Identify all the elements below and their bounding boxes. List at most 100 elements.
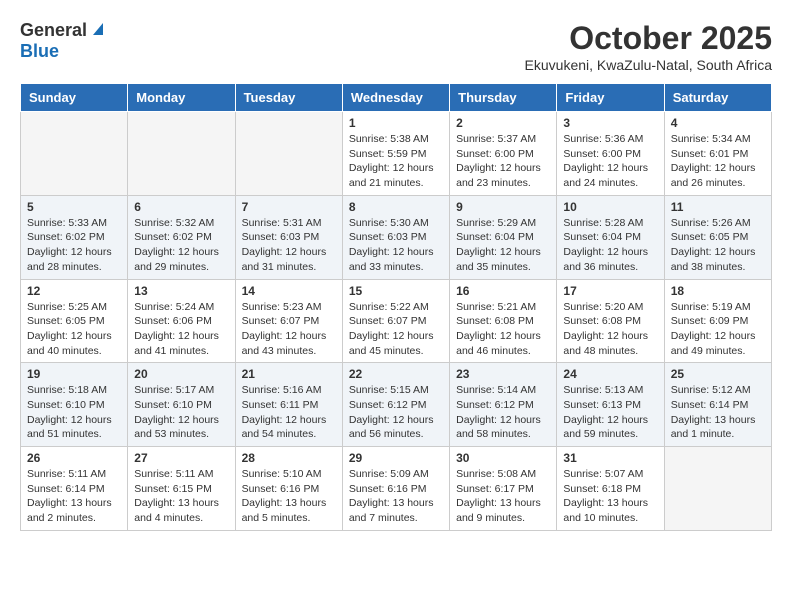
- header-thursday: Thursday: [450, 84, 557, 112]
- day-info: Sunrise: 5:38 AMSunset: 5:59 PMDaylight:…: [349, 132, 443, 191]
- calendar-day: 26Sunrise: 5:11 AMSunset: 6:14 PMDayligh…: [21, 447, 128, 531]
- day-number: 28: [242, 451, 336, 465]
- day-info: Sunrise: 5:28 AM Sunset: 6:04 PM Daylight:…: [563, 216, 657, 275]
- sunrise-text: Sunrise: 5:34 AM: [671, 133, 751, 145]
- daylight-text: Daylight: 12 hours and 21 minutes.: [349, 162, 434, 189]
- day-info: Sunrise: 5:16 AMSunset: 6:11 PMDaylight:…: [242, 383, 336, 442]
- day-number: 21: [242, 367, 336, 381]
- day-info: Sunrise: 5:20 AMSunset: 6:08 PMDaylight:…: [563, 300, 657, 359]
- sunset-text: Sunset: 6:14 PM: [27, 483, 105, 495]
- day-number: 27: [134, 451, 228, 465]
- day-number: 31: [563, 451, 657, 465]
- sunset-text: Sunset: 6:04 PM: [456, 231, 534, 243]
- calendar-day: 28Sunrise: 5:10 AMSunset: 6:16 PMDayligh…: [235, 447, 342, 531]
- sunrise-text: Sunrise: 5:28 AM: [563, 217, 643, 229]
- sunset-text: Sunset: 6:10 PM: [27, 399, 105, 411]
- sunset-text: Sunset: 6:02 PM: [27, 231, 105, 243]
- sunset-text: Sunset: 6:14 PM: [671, 399, 749, 411]
- day-number: 6: [134, 200, 228, 214]
- calendar-day: 7Sunrise: 5:31 AMSunset: 6:03 PMDaylight…: [235, 195, 342, 279]
- day-info: Sunrise: 5:13 AMSunset: 6:13 PMDaylight:…: [563, 383, 657, 442]
- day-number: 9: [456, 200, 550, 214]
- daylight-text: Daylight: 13 hours and 5 minutes.: [242, 497, 327, 524]
- sunrise-text: Sunrise: 5:21 AM: [456, 301, 536, 313]
- daylight-text: Daylight: 12 hours and 51 minutes.: [27, 414, 112, 441]
- day-number: 16: [456, 284, 550, 298]
- sunset-text: Sunset: 5:59 PM: [349, 148, 427, 160]
- day-number: 8: [349, 200, 443, 214]
- calendar-day: 11Sunrise: 5:26 AMSunset: 6:05 PMDayligh…: [664, 195, 771, 279]
- calendar-week-row: 1Sunrise: 5:38 AMSunset: 5:59 PMDaylight…: [21, 112, 772, 196]
- sunrise-text: Sunrise: 5:07 AM: [563, 468, 643, 480]
- sunrise-text: Sunrise: 5:22 AM: [349, 301, 429, 313]
- day-number: 3: [563, 116, 657, 130]
- calendar-week-row: 5 Sunrise: 5:33 AMSunset: 6:02 PMDaylight…: [21, 195, 772, 279]
- calendar-day: [235, 112, 342, 196]
- logo-icon: [89, 19, 107, 37]
- daylight-text: Daylight: 13 hours and 7 minutes.: [349, 497, 434, 524]
- day-number: 5: [27, 200, 121, 214]
- day-number: 10: [563, 200, 657, 214]
- sunset-text: Sunset: 6:11 PM: [242, 399, 319, 411]
- daylight-text: Daylight: 12 hours and 46 minutes.: [456, 330, 541, 357]
- calendar-day: 22Sunrise: 5:15 AMSunset: 6:12 PMDayligh…: [342, 363, 449, 447]
- day-number: 2: [456, 116, 550, 130]
- calendar-day: 21Sunrise: 5:16 AMSunset: 6:11 PMDayligh…: [235, 363, 342, 447]
- sunset-text: Sunset: 6:04 PM: [563, 231, 641, 243]
- sunset-text: Sunset: 6:03 PM: [349, 231, 427, 243]
- day-info: Sunrise: 5:11 AMSunset: 6:15 PMDaylight:…: [134, 467, 228, 526]
- calendar-day: 2 Sunrise: 5:37 AMSunset: 6:00 PMDaylight…: [450, 112, 557, 196]
- title-area: October 2025 Ekuvukeni, KwaZulu-Natal, S…: [525, 20, 772, 73]
- calendar-day: [664, 447, 771, 531]
- sunrise-text: Sunrise: 5:10 AM: [242, 468, 322, 480]
- daylight-text: Daylight: 12 hours and 58 minutes.: [456, 414, 541, 441]
- sunset-text: Sunset: 6:12 PM: [456, 399, 534, 411]
- daylight-text: Daylight: 12 hours and 43 minutes.: [242, 330, 327, 357]
- sunset-text: Sunset: 6:10 PM: [134, 399, 212, 411]
- calendar-day: 12Sunrise: 5:25 AMSunset: 6:05 PMDayligh…: [21, 279, 128, 363]
- day-info: Sunrise: 5:34 AMSunset: 6:01 PMDaylight:…: [671, 132, 765, 191]
- sunrise-text: Sunrise: 5:12 AM: [671, 384, 751, 396]
- sunrise-text: Sunrise: 5:19 AM: [671, 301, 751, 313]
- sunset-text: Sunset: 6:03 PM: [242, 231, 320, 243]
- calendar-day: 1Sunrise: 5:38 AMSunset: 5:59 PMDaylight…: [342, 112, 449, 196]
- calendar-header-row: SundayMondayTuesdayWednesdayThursdayFrid…: [21, 84, 772, 112]
- calendar-day: 17Sunrise: 5:20 AMSunset: 6:08 PMDayligh…: [557, 279, 664, 363]
- day-info: Sunrise: 5:12 AM Sunset: 6:14 PM Daylight:…: [671, 383, 765, 442]
- calendar-day: 13Sunrise: 5:24 AMSunset: 6:06 PMDayligh…: [128, 279, 235, 363]
- sunset-text: Sunset: 6:15 PM: [134, 483, 212, 495]
- sunset-text: Sunset: 6:02 PM: [134, 231, 212, 243]
- header-saturday: Saturday: [664, 84, 771, 112]
- calendar-day: 14Sunrise: 5:23 AMSunset: 6:07 PMDayligh…: [235, 279, 342, 363]
- calendar-day: [128, 112, 235, 196]
- sunrise-text: Sunrise: 5:16 AM: [242, 384, 322, 396]
- calendar-day: 15Sunrise: 5:22 AMSunset: 6:07 PMDayligh…: [342, 279, 449, 363]
- sunset-text: Sunset: 6:16 PM: [349, 483, 427, 495]
- calendar-day: 29Sunrise: 5:09 AMSunset: 6:16 PMDayligh…: [342, 447, 449, 531]
- day-number: 13: [134, 284, 228, 298]
- calendar-day: 31Sunrise: 5:07 AMSunset: 6:18 PMDayligh…: [557, 447, 664, 531]
- day-number: 18: [671, 284, 765, 298]
- day-info: Sunrise: 5:11 AMSunset: 6:14 PMDaylight:…: [27, 467, 121, 526]
- day-info: Sunrise: 5:37 AMSunset: 6:00 PMDaylight:…: [456, 132, 550, 191]
- daylight-text: Daylight: 12 hours and 36 minutes.: [563, 246, 648, 273]
- calendar-day: 20Sunrise: 5:17 AMSunset: 6:10 PMDayligh…: [128, 363, 235, 447]
- sunset-text: Sunset: 6:07 PM: [349, 315, 427, 327]
- header-tuesday: Tuesday: [235, 84, 342, 112]
- location-text: Ekuvukeni, KwaZulu-Natal, South Africa: [525, 57, 772, 73]
- daylight-text: Daylight: 12 hours and 38 minutes.: [671, 246, 756, 273]
- day-info: Sunrise: 5:31 AMSunset: 6:03 PMDaylight:…: [242, 216, 336, 275]
- day-number: 23: [456, 367, 550, 381]
- sunrise-text: Sunrise: 5:30 AM: [349, 217, 429, 229]
- day-number: 29: [349, 451, 443, 465]
- day-info: Sunrise: 5:33 AMSunset: 6:02 PMDaylight:…: [27, 216, 121, 275]
- sunrise-text: Sunrise: 5:37 AM: [456, 133, 536, 145]
- sunset-text: Sunset: 6:08 PM: [563, 315, 641, 327]
- sunset-text: Sunset: 6:00 PM: [563, 148, 641, 160]
- daylight-text: Daylight: 13 hours and 1 minute.: [671, 414, 756, 441]
- daylight-text: Daylight: 12 hours and 26 minutes.: [671, 162, 756, 189]
- header-monday: Monday: [128, 84, 235, 112]
- day-number: 19: [27, 367, 121, 381]
- sunset-text: Sunset: 6:18 PM: [563, 483, 641, 495]
- calendar-day: 10 Sunrise: 5:28 AM Sunset: 6:04 PM Dayligh…: [557, 195, 664, 279]
